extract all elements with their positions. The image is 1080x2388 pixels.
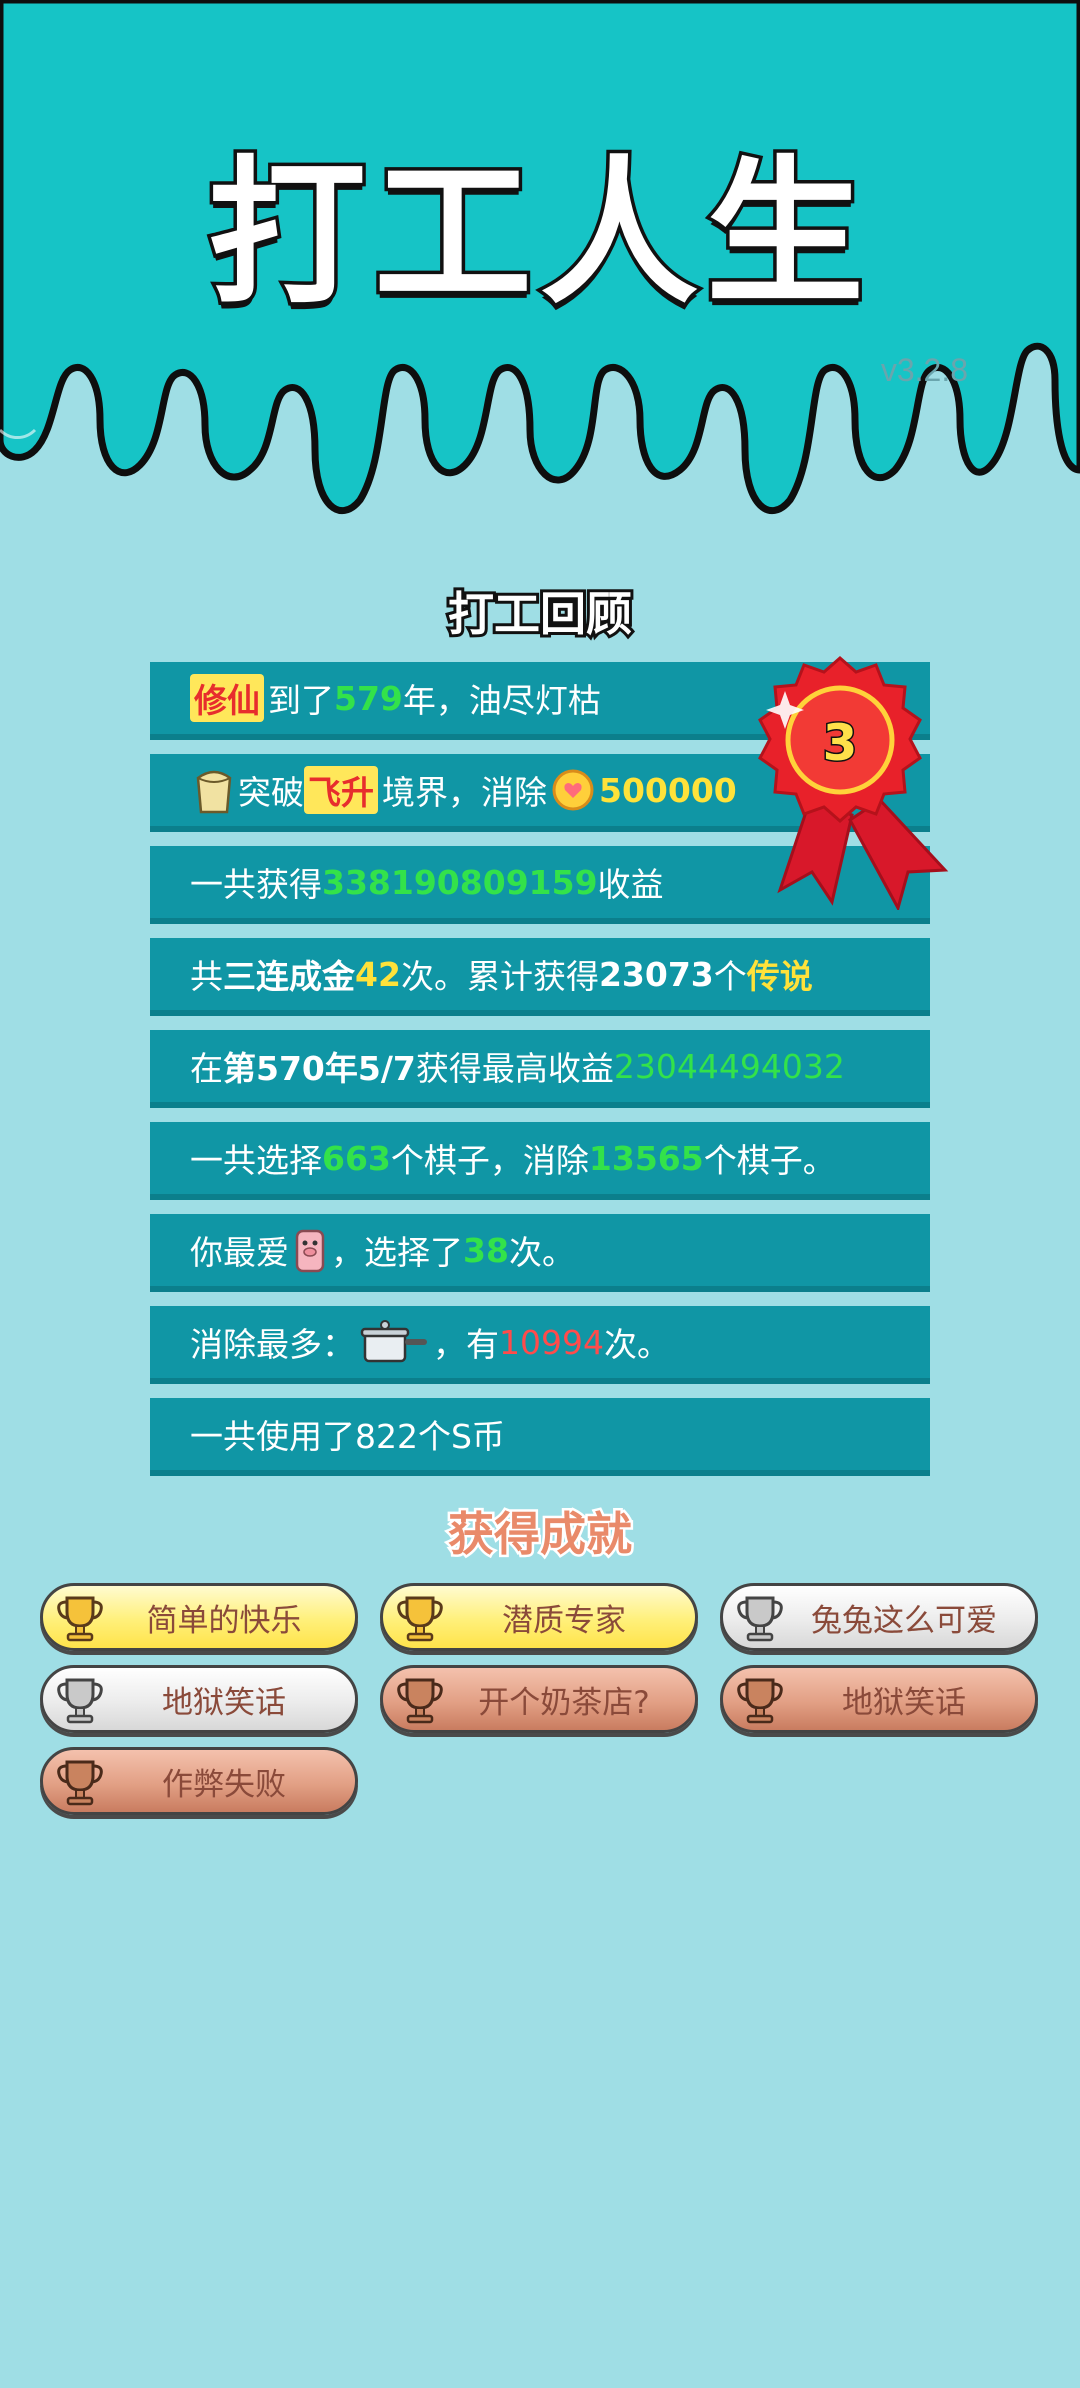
coin-icon bbox=[552, 769, 594, 811]
achievement-label: 作弊失败 bbox=[162, 1766, 286, 1803]
game-title: 打工人生 bbox=[205, 139, 872, 330]
row-text: 一共选择 bbox=[190, 1141, 322, 1180]
achievement-label: 地狱笑话 bbox=[162, 1684, 286, 1721]
row-text: 收益 bbox=[597, 865, 664, 904]
row-value: 42 bbox=[355, 954, 401, 994]
row-text: 个 bbox=[713, 957, 747, 996]
row-text: 次。 bbox=[603, 1325, 670, 1364]
row-text: ，有 bbox=[433, 1325, 499, 1364]
cultivation-tag: 修仙 bbox=[190, 674, 264, 722]
achievement-pill[interactable]: 简单的快乐 bbox=[40, 1583, 358, 1651]
row-value: 23073 bbox=[598, 954, 714, 994]
review-row: 你最爱 ，选择了 38 次。 bbox=[150, 1214, 930, 1292]
row-text: 一共使用了822个S币 bbox=[190, 1417, 505, 1456]
achievements-grid: 简单的快乐 潜质专家 兔兔这么可爱 地狱笑话 开个奶茶店? 地狱笑话 作弊失败 bbox=[40, 1583, 1040, 1815]
review-row: 一共使用了822个S币 bbox=[150, 1398, 930, 1476]
row-text: 次。 bbox=[508, 1233, 575, 1272]
row-value: 三连成金 bbox=[223, 957, 355, 996]
trophy-icon bbox=[57, 1596, 103, 1642]
ascension-tag: 飞升 bbox=[304, 766, 378, 814]
pig-icon bbox=[295, 1229, 325, 1273]
trophy-icon bbox=[737, 1596, 783, 1642]
achievement-label: 地狱笑话 bbox=[842, 1684, 966, 1721]
row-text: 个棋子，消除 bbox=[390, 1141, 589, 1180]
achievement-pill[interactable]: 作弊失败 bbox=[40, 1747, 358, 1815]
row-text: 消除最多： bbox=[190, 1325, 355, 1364]
bucket-icon bbox=[196, 770, 232, 814]
row-text: 获得最高收益 bbox=[415, 1049, 614, 1088]
row-value: 第570年5/7 bbox=[223, 1049, 416, 1088]
review-row: 一共选择 663 个棋子，消除 13565 个棋子。 bbox=[150, 1122, 930, 1200]
achievements-title: 获得成就 bbox=[446, 1505, 635, 1564]
trophy-icon bbox=[397, 1678, 443, 1724]
row-text: 你最爱 bbox=[190, 1233, 289, 1272]
trophy-icon bbox=[57, 1678, 103, 1724]
row-text: 突破 bbox=[238, 773, 304, 812]
row-text: 在 bbox=[190, 1049, 223, 1088]
row-text: 境界，消除 bbox=[382, 773, 547, 812]
row-value: 10994 bbox=[499, 1322, 604, 1362]
row-value: 338190809159 bbox=[322, 862, 598, 902]
review-title: 打工回顾 bbox=[445, 584, 635, 644]
row-value: 38 bbox=[463, 1230, 509, 1270]
version-label: v3.2.8 bbox=[880, 352, 968, 388]
row-text: 年，油尽灯枯 bbox=[402, 681, 601, 720]
achievement-pill[interactable]: 潜质专家 bbox=[380, 1583, 698, 1651]
review-row: 共 三连成金 42 次。累计获得 23073 个 传说 bbox=[150, 938, 930, 1016]
row-value: 13565 bbox=[588, 1138, 704, 1178]
row-text: 共 bbox=[190, 957, 223, 996]
trophy-icon bbox=[397, 1596, 443, 1642]
pot-icon bbox=[360, 1320, 427, 1363]
achievement-label: 开个奶茶店? bbox=[478, 1684, 650, 1721]
row-value: 579 bbox=[334, 678, 403, 718]
achievement-pill[interactable]: 地狱笑话 bbox=[40, 1665, 358, 1733]
rank-number: 3 bbox=[823, 714, 858, 772]
achievement-pill[interactable]: 开个奶茶店? bbox=[380, 1665, 698, 1733]
row-text: 次。累计获得 bbox=[400, 957, 599, 996]
row-text: ，选择了 bbox=[331, 1233, 463, 1272]
achievement-label: 兔兔这么可爱 bbox=[811, 1602, 997, 1639]
game-header: 打工人生 v3.2.8 bbox=[0, 0, 1080, 560]
achievement-pill[interactable]: 地狱笑话 bbox=[720, 1665, 1038, 1733]
achievement-pill[interactable]: 兔兔这么可爱 bbox=[720, 1583, 1038, 1651]
row-value: 500000 bbox=[599, 770, 737, 810]
review-row: 消除最多： ，有 10994 次。 bbox=[150, 1306, 930, 1384]
row-text: 到了 bbox=[268, 681, 334, 720]
row-value: 23044494032 bbox=[613, 1046, 845, 1086]
review-row: 在 第570年5/7 获得最高收益 23044494032 bbox=[150, 1030, 930, 1108]
row-value: 663 bbox=[322, 1138, 391, 1178]
row-text: 个棋子。 bbox=[703, 1141, 836, 1180]
rosette-badge-icon: 3 bbox=[758, 656, 949, 910]
achievement-label: 潜质专家 bbox=[502, 1602, 626, 1639]
row-value: 传说 bbox=[746, 957, 813, 996]
trophy-icon bbox=[57, 1760, 103, 1806]
row-text: 一共获得 bbox=[190, 865, 322, 904]
trophy-icon bbox=[737, 1678, 783, 1724]
achievement-label: 简单的快乐 bbox=[146, 1602, 302, 1639]
